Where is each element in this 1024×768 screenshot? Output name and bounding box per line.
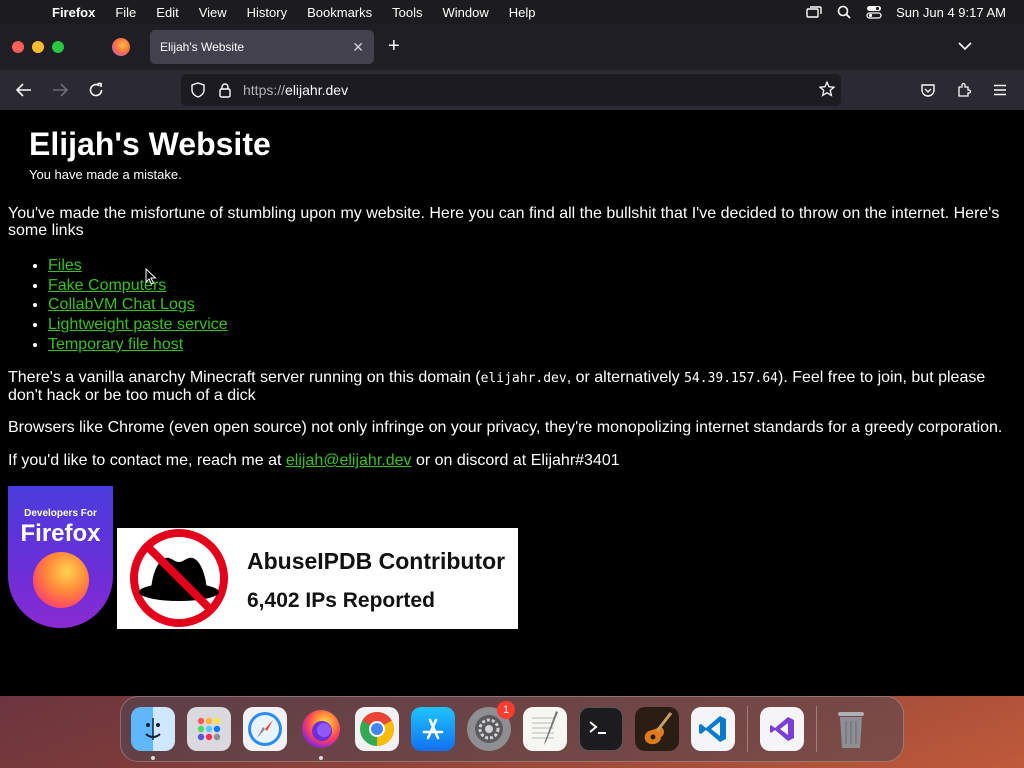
menu-file[interactable]: File — [105, 5, 146, 20]
abuseipdb-contributor-badge[interactable]: AbuseIPDB Contributor 6,402 IPs Reported — [117, 528, 518, 629]
badge-big-text: Firefox — [20, 520, 101, 547]
back-icon[interactable] — [14, 80, 34, 100]
browsers-paragraph: Browsers like Chrome (even open source) … — [8, 419, 1003, 436]
forward-icon[interactable] — [50, 80, 70, 100]
app-store-icon[interactable] — [411, 707, 455, 751]
extensions-icon[interactable] — [954, 80, 974, 100]
url-text[interactable]: https://elijahr.dev — [243, 82, 348, 98]
firefox-logo-icon — [32, 552, 89, 608]
intro-paragraph: You've made the misfortune of stumbling … — [8, 205, 1000, 239]
safari-icon[interactable] — [243, 707, 287, 751]
menu-edit[interactable]: Edit — [146, 5, 188, 20]
vscode-icon[interactable] — [691, 707, 735, 751]
running-indicator — [319, 756, 323, 760]
zoom-window-button[interactable] — [52, 41, 64, 53]
visual-studio-icon[interactable] — [760, 707, 804, 751]
close-tab-icon[interactable]: ✕ — [352, 39, 364, 56]
system-settings-icon[interactable]: 1 — [467, 701, 515, 751]
screen-mirroring-icon[interactable] — [806, 5, 822, 19]
chrome-icon[interactable] — [355, 707, 399, 751]
window-controls — [12, 41, 64, 53]
firefox-view-icon[interactable] — [112, 38, 130, 56]
control-center-icon[interactable] — [866, 5, 882, 19]
tab-strip: Elijah's Website ✕ + — [0, 24, 1024, 70]
firefox-window: Elijah's Website ✕ + https://elijahr.dev — [0, 24, 1024, 696]
textedit-icon[interactable] — [523, 707, 567, 751]
minecraft-domain: elijahr.dev — [480, 371, 567, 386]
trash-icon[interactable] — [829, 707, 873, 751]
address-bar[interactable]: https://elijahr.dev — [181, 74, 841, 106]
mouse-cursor-icon — [145, 268, 157, 285]
menu-clock[interactable]: Sun Jun 4 9:17 AM — [896, 5, 1006, 20]
menu-tools[interactable]: Tools — [382, 5, 432, 20]
menu-bar: Firefox File Edit View History Bookmarks… — [0, 0, 1024, 24]
minimize-window-button[interactable] — [32, 41, 44, 53]
link-collabvm-chat-logs[interactable]: CollabVM Chat Logs — [48, 296, 195, 313]
links-list: Files Fake Computers CollabVM Chat Logs … — [48, 256, 228, 355]
close-window-button[interactable] — [12, 41, 24, 53]
minecraft-paragraph: There's a vanilla anarchy Minecraft serv… — [8, 369, 986, 404]
firefox-icon[interactable] — [299, 707, 343, 760]
bookmark-star-icon[interactable] — [818, 80, 836, 100]
dock-separator — [816, 706, 817, 752]
running-indicator — [151, 756, 155, 760]
menu-window[interactable]: Window — [433, 5, 499, 20]
abuse-badge-count: 6,402 IPs Reported — [247, 589, 435, 612]
list-item: CollabVM Chat Logs — [48, 295, 228, 315]
reload-icon[interactable] — [86, 80, 106, 100]
no-black-hat-icon — [130, 529, 228, 627]
menu-help[interactable]: Help — [499, 5, 546, 20]
launchpad-icon[interactable] — [187, 707, 231, 751]
page-title: Elijah's Website — [29, 126, 271, 162]
new-tab-button[interactable]: + — [388, 36, 400, 56]
badge-small-text: Developers For — [24, 508, 97, 519]
list-item: Temporary file host — [48, 335, 228, 355]
contact-email-link[interactable]: elijah@elijahr.dev — [286, 452, 412, 469]
list-item: Files — [48, 256, 228, 276]
menu-app-firefox[interactable]: Firefox — [42, 5, 105, 20]
dock-separator — [747, 706, 748, 752]
abuse-badge-title: AbuseIPDB Contributor — [247, 548, 506, 574]
lock-icon[interactable] — [217, 82, 233, 98]
tracking-protection-shield-icon[interactable] — [189, 82, 207, 98]
link-files[interactable]: Files — [48, 257, 82, 274]
minecraft-ip: 54.39.157.64 — [684, 371, 779, 386]
notification-badge: 1 — [497, 701, 515, 719]
navigation-toolbar: https://elijahr.dev — [0, 70, 1024, 110]
contact-paragraph: If you'd like to contact me, reach me at… — [8, 452, 620, 469]
developers-for-firefox-badge[interactable]: Developers For Firefox — [8, 486, 113, 628]
menu-view[interactable]: View — [189, 5, 237, 20]
list-all-tabs-icon[interactable] — [958, 38, 972, 56]
pocket-icon[interactable] — [918, 80, 938, 100]
list-item: Lightweight paste service — [48, 315, 228, 335]
page-content: Elijah's Website You have made a mistake… — [0, 110, 1024, 696]
menu-bookmarks[interactable]: Bookmarks — [297, 5, 382, 20]
menu-history[interactable]: History — [237, 5, 297, 20]
terminal-icon[interactable] — [579, 707, 623, 751]
dock: 1 — [120, 696, 904, 762]
link-paste-service[interactable]: Lightweight paste service — [48, 316, 228, 333]
finder-icon[interactable] — [131, 707, 175, 760]
app-menu-icon[interactable] — [990, 80, 1010, 100]
page-tagline: You have made a mistake. — [29, 167, 182, 182]
list-item: Fake Computers — [48, 276, 228, 296]
garageband-icon[interactable] — [635, 707, 679, 751]
tab-elijahs-website[interactable]: Elijah's Website ✕ — [150, 30, 374, 64]
link-file-host[interactable]: Temporary file host — [48, 336, 183, 353]
spotlight-search-icon[interactable] — [836, 5, 852, 19]
tab-title: Elijah's Website — [160, 40, 245, 54]
